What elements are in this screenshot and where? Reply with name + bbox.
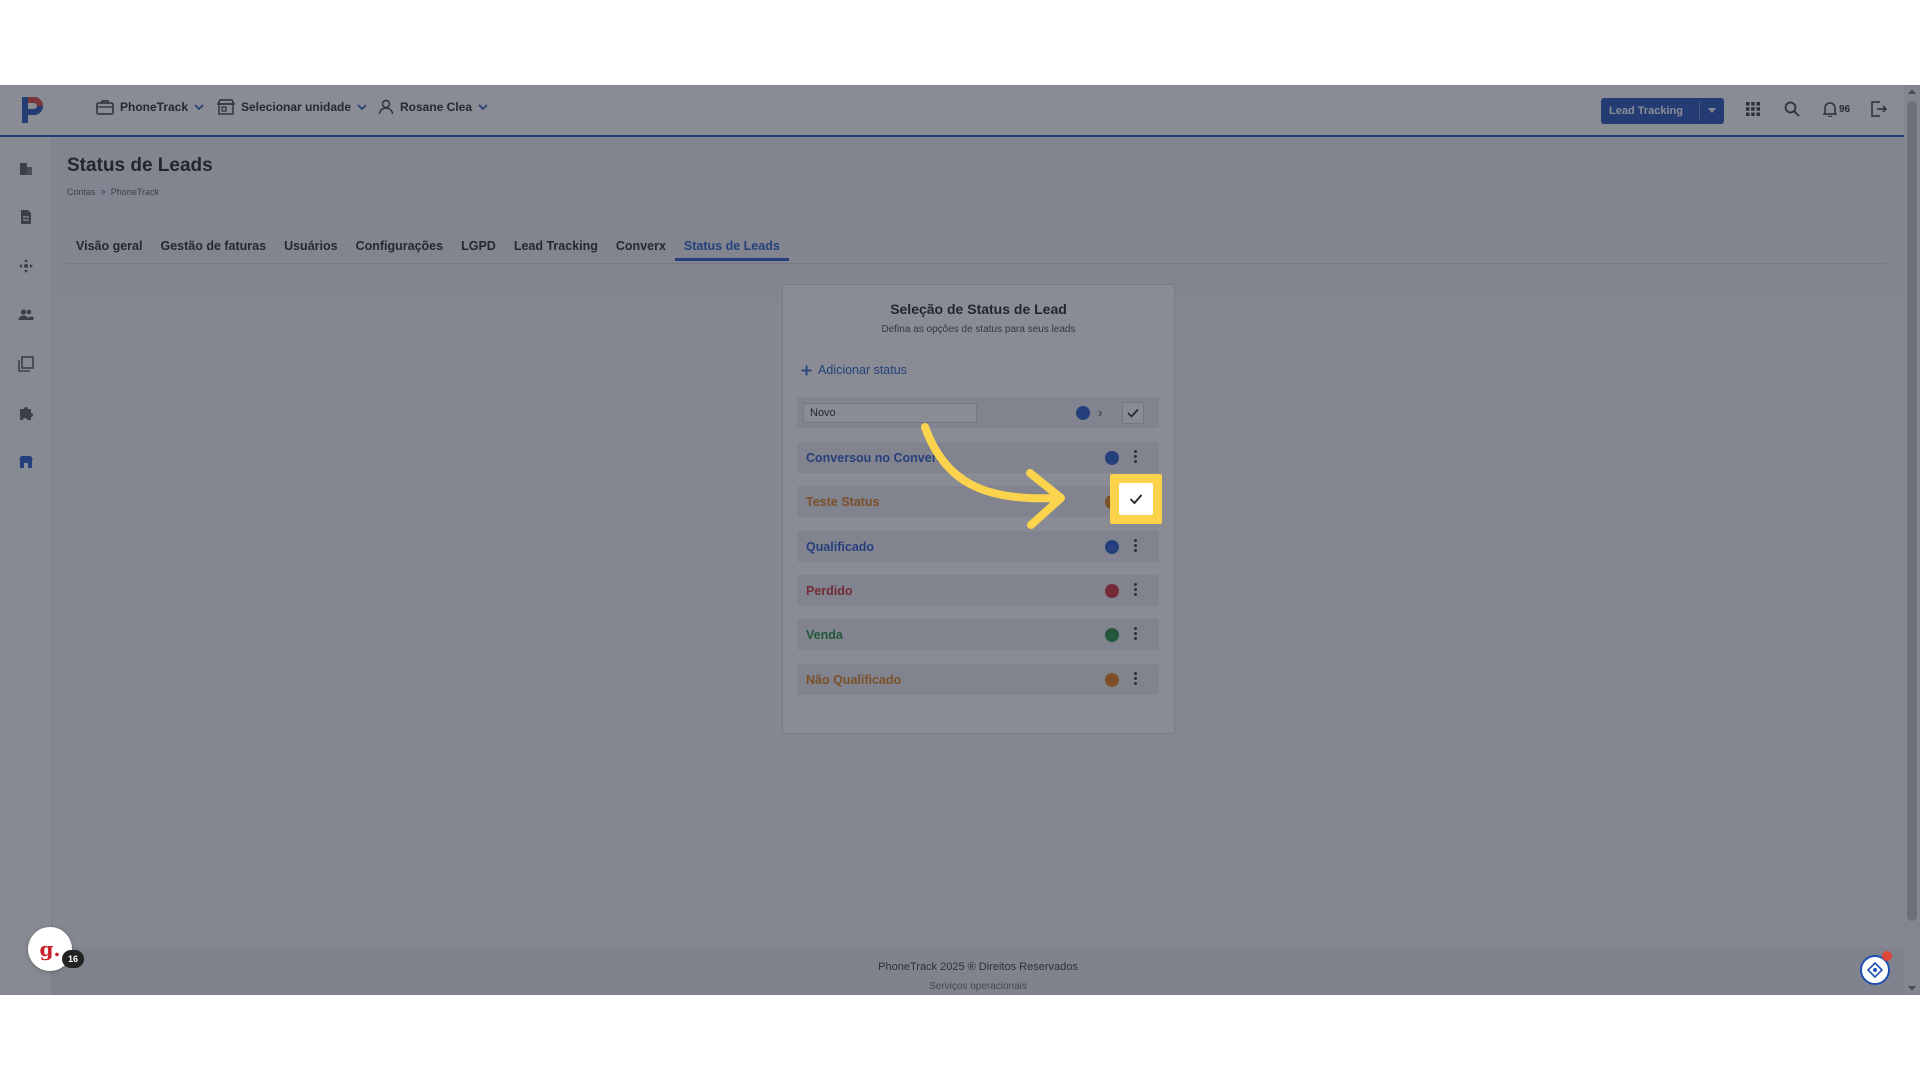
phonetrack-menu[interactable]: PhoneTrack (96, 99, 204, 115)
library-icon[interactable] (18, 356, 34, 372)
add-status-button[interactable]: Adicionar status (801, 363, 907, 377)
tab-bar: Visão geral Gestão de faturas Usuários C… (67, 231, 789, 261)
check-icon (1127, 408, 1139, 418)
scroll-up-icon[interactable] (1908, 89, 1916, 94)
move-icon[interactable] (18, 258, 34, 274)
apps-grid-icon[interactable] (1745, 101, 1761, 117)
lead-tracking-button[interactable]: Lead Tracking (1601, 98, 1724, 124)
footer: PhoneTrack 2025 ® Direitos Reservados Se… (52, 947, 1904, 995)
sidebar (0, 137, 52, 995)
more-options-icon[interactable] (1134, 627, 1138, 642)
status-label: Não Qualificado (806, 673, 902, 687)
user-icon (378, 99, 394, 115)
card-subtitle: Defina as opções de status para seus lea… (881, 324, 1076, 335)
chevron-down-icon (357, 104, 367, 111)
confirm-button[interactable] (1122, 402, 1144, 424)
users-icon[interactable] (18, 307, 34, 323)
status-row[interactable]: Venda (797, 619, 1159, 650)
breadcrumb-item-phonetrack[interactable]: PhoneTrack (111, 187, 159, 197)
unit-selector[interactable]: Selecionar unidade (217, 99, 367, 115)
support-icon (1867, 962, 1883, 978)
check-icon (1129, 494, 1143, 505)
highlight-inner[interactable] (1119, 483, 1153, 515)
caret-down-icon[interactable] (1708, 108, 1716, 113)
page-title: Status de Leads (67, 155, 213, 176)
status-color-dot (1105, 673, 1119, 687)
highlighted-confirm-button[interactable] (1110, 474, 1162, 524)
footer-copyright: PhoneTrack 2025 ® Direitos Reservados (878, 961, 1078, 973)
status-label: Qualificado (806, 540, 875, 554)
building-icon[interactable] (18, 161, 34, 177)
status-color-dot (1105, 451, 1119, 465)
briefcase-icon (96, 100, 114, 115)
tab-visao-geral[interactable]: Visão geral (67, 231, 151, 261)
unit-selector-label: Selecionar unidade (241, 100, 352, 114)
breadcrumb: Contas > PhoneTrack (67, 187, 159, 197)
tab-status-de-leads[interactable]: Status de Leads (674, 231, 789, 261)
tab-gestao-de-faturas[interactable]: Gestão de faturas (151, 231, 275, 261)
document-icon[interactable] (18, 209, 34, 225)
tutorial-arrow-icon (921, 423, 1065, 529)
scrollbar-thumb[interactable] (1907, 101, 1917, 921)
chevron-down-icon (478, 104, 488, 111)
more-options-icon[interactable] (1134, 539, 1138, 554)
color-picker-dot[interactable] (1076, 406, 1090, 420)
scroll-down-icon[interactable] (1908, 986, 1916, 991)
lead-tracking-button-label: Lead Tracking (1609, 105, 1683, 117)
phonetrack-menu-label: PhoneTrack (120, 100, 189, 114)
chevron-down-icon (194, 104, 204, 111)
status-row[interactable]: Qualificado (797, 531, 1159, 562)
more-options-icon[interactable] (1134, 583, 1138, 598)
user-menu-label: Rosane Clea (400, 100, 473, 114)
status-row[interactable]: Perdido (797, 575, 1159, 606)
bell-icon[interactable] (1823, 101, 1837, 117)
app-window: PhoneTrack Selecionar unidade Rosane Cle… (0, 85, 1920, 995)
tab-usuarios[interactable]: Usuários (275, 231, 347, 261)
storefront-icon[interactable] (18, 454, 34, 470)
tab-divider (67, 263, 1887, 264)
status-label: Perdido (806, 584, 853, 598)
vertical-scrollbar[interactable] (1904, 85, 1920, 995)
breadcrumb-separator: > (100, 187, 106, 197)
g-widget-count: 16 (62, 950, 84, 968)
more-options-icon[interactable] (1134, 450, 1138, 465)
tab-lgpd[interactable]: LGPD (452, 231, 505, 261)
puzzle-icon[interactable] (18, 405, 34, 421)
status-color-dot (1105, 628, 1119, 642)
plus-icon (801, 365, 812, 375)
button-divider (1699, 101, 1700, 121)
breadcrumb-item-contas[interactable]: Contas (67, 187, 96, 197)
status-label: Venda (806, 628, 843, 642)
more-options-icon[interactable] (1134, 672, 1138, 687)
page-header: Status de Leads Contas > PhoneTrack Visã… (52, 137, 1904, 299)
card-title: Seleção de Status de Lead (890, 301, 1067, 317)
notifications-count: 96 (1839, 104, 1851, 115)
tab-lead-tracking[interactable]: Lead Tracking (505, 231, 607, 261)
status-color-dot (1105, 540, 1119, 554)
footer-status[interactable]: Serviços operacionais (52, 981, 1904, 992)
chevron-right-icon[interactable]: › (1098, 405, 1102, 420)
support-notification-dot (1882, 951, 1892, 961)
status-color-dot (1105, 584, 1119, 598)
store-icon (217, 99, 235, 115)
status-label: Teste Status (806, 495, 880, 509)
search-icon[interactable] (1784, 101, 1800, 117)
tab-converx[interactable]: Converx (607, 231, 675, 261)
status-name-input[interactable] (803, 403, 977, 423)
add-status-label: Adicionar status (818, 363, 907, 377)
top-bar: PhoneTrack Selecionar unidade Rosane Cle… (0, 85, 1920, 137)
status-row[interactable]: Não Qualificado (797, 664, 1159, 695)
user-menu[interactable]: Rosane Clea (378, 99, 488, 115)
tab-configuracoes[interactable]: Configurações (347, 231, 453, 261)
logout-icon[interactable] (1870, 101, 1888, 117)
phonetrack-logo[interactable] (14, 93, 48, 127)
